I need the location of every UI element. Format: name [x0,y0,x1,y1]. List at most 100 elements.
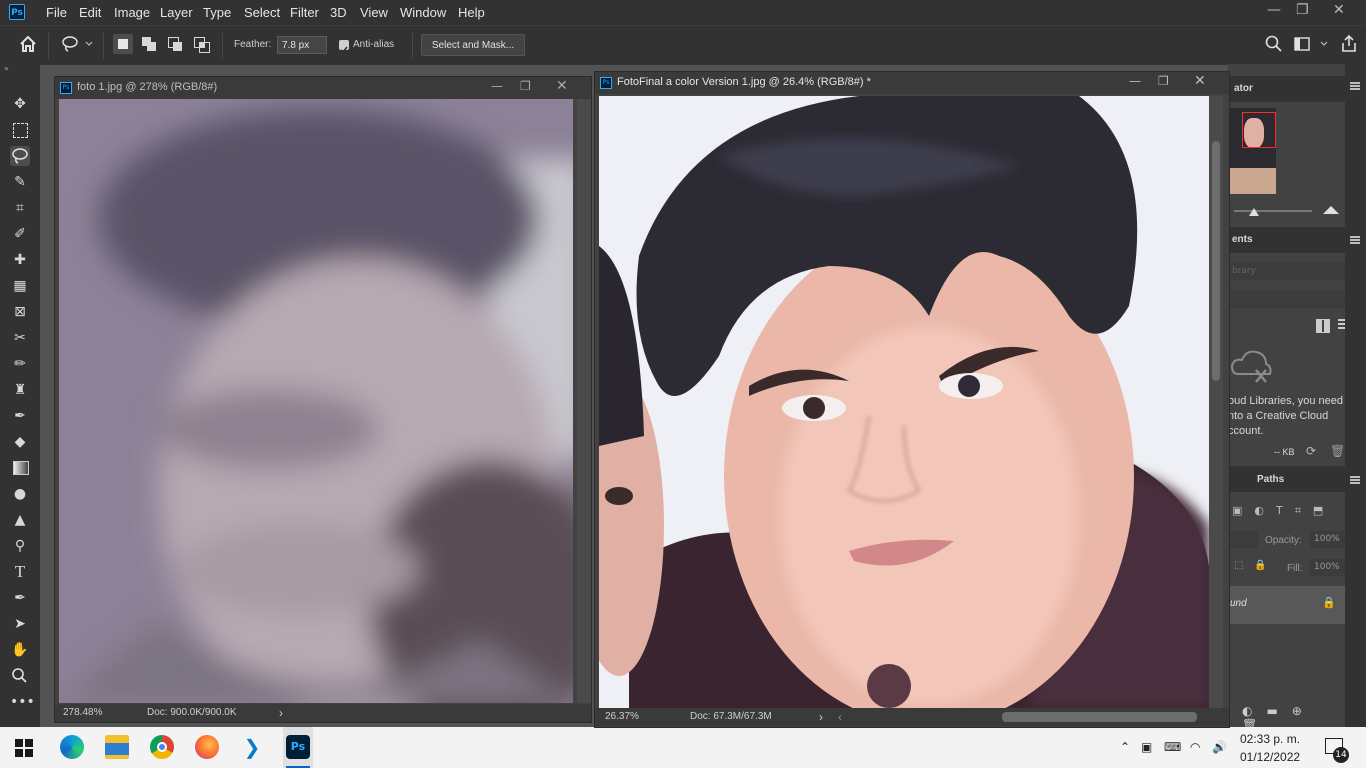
paths-tab[interactable]: Paths [1257,474,1284,485]
trash-icon[interactable]: 🗑 [1330,444,1345,458]
file-explorer-icon[interactable] [105,735,129,759]
scroll-left-icon[interactable]: ‹ [838,710,842,724]
zoom-slider-thumb[interactable] [1249,208,1259,216]
menu-filter[interactable]: Filter [290,5,319,20]
eraser-icon[interactable]: ◆ [10,432,30,452]
zoom-slider[interactable] [1234,210,1312,212]
dodge-icon[interactable]: ⚲ [10,536,30,556]
adjustments-tab[interactable]: ents [1232,234,1253,245]
collapse-icon[interactable]: » [4,64,9,73]
horizontal-scrollbar-thumb[interactable] [1002,712,1197,722]
share-icon[interactable] [1339,34,1359,54]
history-icon[interactable]: ✒ [10,406,30,426]
doc-minimize-icon[interactable]: — [1129,74,1141,88]
minimize-icon[interactable]: — [1267,2,1281,18]
lasso-preset-icon[interactable] [60,34,94,54]
menu-3d[interactable]: 3D [330,5,347,20]
zoom-level[interactable]: 26.37% [605,711,639,722]
new-selection-button[interactable] [113,34,133,54]
sharpen-icon[interactable]: ▲ [10,510,30,530]
zoom-level[interactable]: 278.48% [63,707,102,718]
ime-icon[interactable]: ⌨ [1164,740,1181,754]
tray-overflow-icon[interactable]: ⌃ [1120,740,1130,754]
scrollbar-thumb[interactable] [1212,141,1220,381]
intersect-selection-button[interactable] [191,34,211,54]
zoom-in-icon[interactable] [1323,206,1339,214]
panel-menu-icon[interactable] [1350,476,1360,484]
antialias-checkbox[interactable] [339,40,349,54]
path-select-icon[interactable]: ➤ [10,614,30,634]
subtract-selection-button[interactable] [165,34,185,54]
pen-icon[interactable]: ✒ [10,588,30,608]
menu-window[interactable]: Window [400,5,446,20]
vertical-scrollbar[interactable] [1209,96,1223,708]
select-and-mask-button[interactable]: Select and Mask... [421,34,525,56]
menu-view[interactable]: View [360,5,388,20]
brush-icon[interactable]: ▦ [10,276,30,296]
layer-filter-icons[interactable]: ▣◐T⌗⬒ [1228,504,1345,522]
paint-brush-icon[interactable]: ✏ [10,354,30,374]
workspace-icon[interactable] [1293,34,1331,54]
menu-select[interactable]: Select [244,5,280,20]
vscode-icon[interactable]: ❯ [240,735,264,759]
doc-minimize-icon[interactable]: — [491,79,503,93]
marquee-icon[interactable] [10,120,30,140]
blur-icon[interactable]: ● [10,484,30,504]
lasso-icon[interactable] [10,146,30,166]
meet-now-icon[interactable]: ▣ [1141,740,1152,754]
zoom-icon[interactable] [10,666,30,686]
lock-all-icon[interactable]: 🔒 [1254,560,1266,571]
doc-close-icon[interactable]: ✕ [556,78,568,94]
opacity-input[interactable]: 100% [1310,531,1345,548]
frame-icon[interactable]: ⊠ [10,302,30,322]
edge-icon[interactable] [60,735,84,759]
quick-select-icon[interactable]: ✎ [10,172,30,192]
doc-close-icon[interactable]: ✕ [1194,73,1206,89]
home-icon[interactable] [18,34,38,54]
more-icon[interactable]: ••• [10,692,35,712]
grid-view-icon[interactable] [1316,319,1330,333]
wifi-icon[interactable]: ◠ [1190,740,1200,754]
windows-start-icon[interactable] [15,739,33,757]
history-brush-icon[interactable]: ✂ [10,328,30,348]
gradient-icon[interactable] [10,458,30,478]
healing-icon[interactable]: ✚ [10,250,30,270]
lock-pixels-icon[interactable]: ⬚ [1234,560,1243,571]
vertical-scrollbar[interactable] [577,99,591,703]
volume-icon[interactable]: 🔊 [1212,740,1227,754]
fill-input[interactable]: 100% [1310,559,1345,576]
navigator-thumbnail[interactable] [1230,108,1276,194]
doc-restore-icon[interactable]: ❐ [1158,74,1169,88]
library-filter-dropdown[interactable] [1228,290,1345,308]
document-title-bar[interactable]: Ps foto 1.jpg @ 278% (RGB/8#) — ❐ ✕ [55,77,591,99]
stamp-icon[interactable]: ♜ [10,380,30,400]
canvas-image-fotofinal[interactable] [599,96,1209,708]
layer-actions-icons[interactable]: ◐▬⊕🗑 [1228,704,1345,732]
feather-input[interactable]: 7.8 px [277,36,327,54]
menu-type[interactable]: Type [203,5,231,20]
menu-help[interactable]: Help [458,5,485,20]
move-icon[interactable]: ✥ [10,94,30,114]
navigator-view-box[interactable] [1242,112,1276,148]
menu-image[interactable]: Image [114,5,150,20]
status-arrow-icon[interactable]: › [279,706,283,720]
add-selection-button[interactable] [139,34,159,54]
eyedropper-icon[interactable]: ✐ [10,224,30,244]
type-icon[interactable]: T [10,562,30,582]
clock-time[interactable]: 02:33 p. m. [1240,732,1300,746]
panel-menu-icon[interactable] [1350,82,1360,90]
photoshop-taskbar-active[interactable]: Ps [283,727,313,768]
menu-layer[interactable]: Layer [160,5,193,20]
navigator-tab[interactable]: ator [1234,83,1253,94]
document-title-bar[interactable]: Ps FotoFinal a color Version 1.jpg @ 26.… [595,72,1229,94]
hand-icon[interactable]: ✋ [10,640,30,660]
close-icon[interactable]: ✕ [1333,2,1345,18]
doc-restore-icon[interactable]: ❐ [520,79,531,93]
menu-file[interactable]: File [46,5,67,20]
menu-edit[interactable]: Edit [79,5,101,20]
firefox-icon[interactable] [195,735,219,759]
library-dropdown[interactable]: brary [1228,262,1345,280]
clock-date[interactable]: 01/12/2022 [1240,750,1300,764]
sync-icon[interactable]: ⟳ [1306,444,1316,458]
search-icon[interactable] [1264,34,1284,54]
